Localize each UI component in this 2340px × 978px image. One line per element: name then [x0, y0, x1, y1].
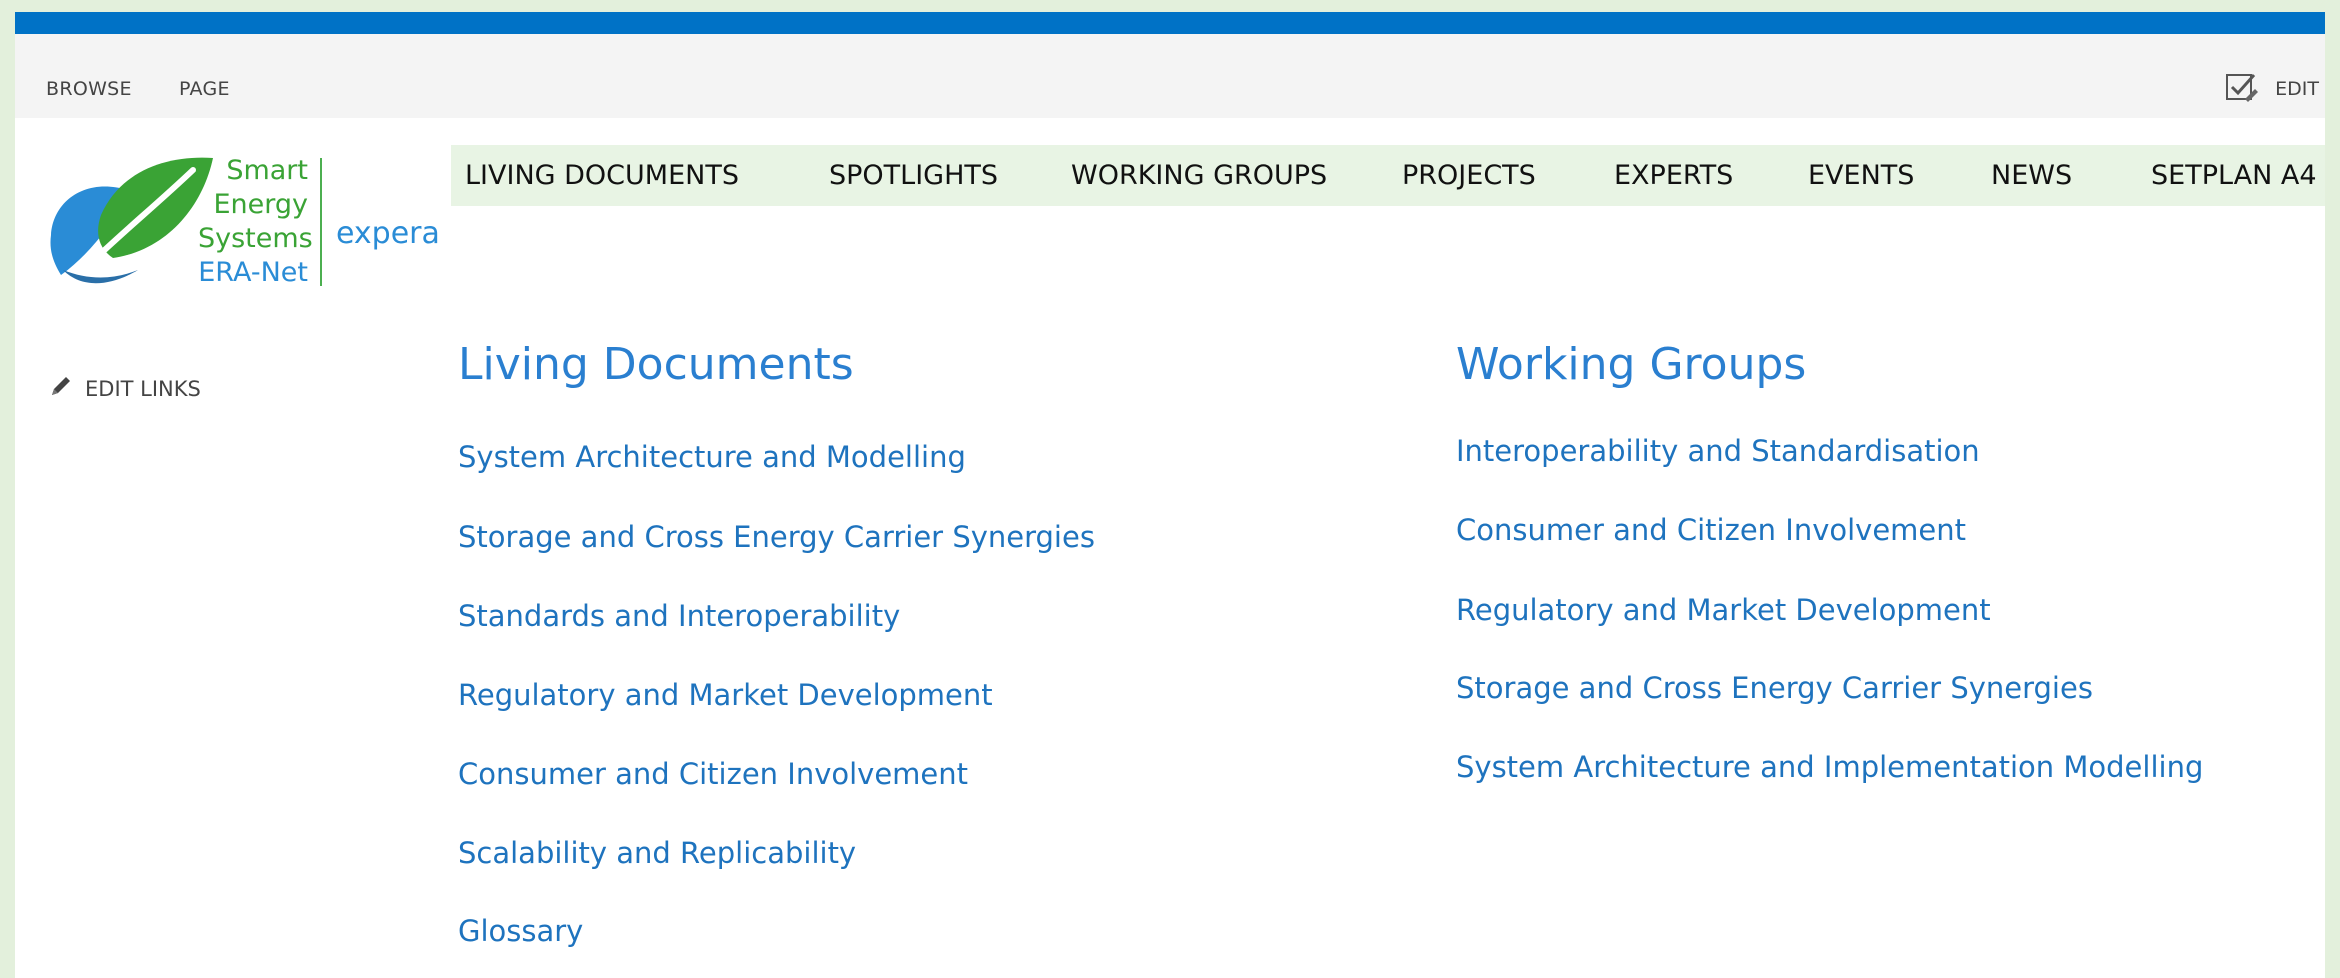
logo-line-systems: Systems: [198, 223, 313, 254]
working-groups-heading: Working Groups: [1456, 339, 1807, 390]
logo-divider: [320, 158, 322, 286]
living-doc-link[interactable]: Standards and Interoperability: [458, 599, 900, 633]
logo-line-energy: Energy: [213, 189, 308, 220]
pencil-icon: [49, 374, 73, 403]
edit-links-button[interactable]: EDIT LINKS: [49, 374, 201, 403]
working-groups-section: Working Groups Interoperability and Stan…: [1456, 12, 2316, 978]
working-group-link[interactable]: Interoperability and Standardisation: [1456, 434, 1980, 468]
living-doc-link[interactable]: Storage and Cross Energy Carrier Synergi…: [458, 520, 1095, 554]
living-doc-link[interactable]: System Architecture and Modelling: [458, 440, 966, 474]
page-frame: BROWSE PAGE EDIT Smart Energy Systems ER…: [15, 12, 2325, 978]
living-documents-section: Living Documents System Architecture and…: [458, 12, 1358, 978]
logo-brand: expera: [336, 216, 440, 251]
living-doc-link[interactable]: Consumer and Citizen Involvement: [458, 757, 968, 791]
working-group-link[interactable]: Regulatory and Market Development: [1456, 593, 1991, 627]
ribbon-tab-browse[interactable]: BROWSE: [46, 78, 132, 100]
site-logo[interactable]: Smart Energy Systems ERA-Net expera: [43, 140, 443, 290]
living-doc-link[interactable]: Glossary: [458, 914, 583, 948]
working-group-link[interactable]: System Architecture and Implementation M…: [1456, 750, 2203, 784]
ribbon-tab-page[interactable]: PAGE: [179, 78, 230, 100]
living-doc-link[interactable]: Regulatory and Market Development: [458, 678, 993, 712]
living-doc-link[interactable]: Scalability and Replicability: [458, 836, 856, 870]
living-documents-heading: Living Documents: [458, 339, 854, 390]
edit-links-label: EDIT LINKS: [85, 376, 201, 401]
working-group-link[interactable]: Consumer and Citizen Involvement: [1456, 513, 1966, 547]
working-group-link[interactable]: Storage and Cross Energy Carrier Synergi…: [1456, 671, 2093, 705]
logo-line-smart: Smart: [226, 155, 308, 186]
logo-line-era-net: ERA-Net: [198, 257, 308, 288]
